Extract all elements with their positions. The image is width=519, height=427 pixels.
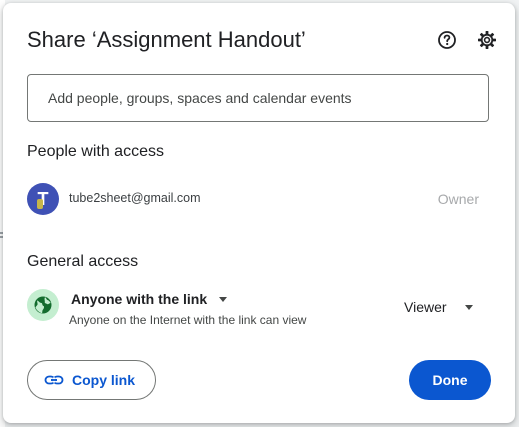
general-access-row: Anyone with the link Anyone on the Inter…	[27, 287, 491, 335]
help-button[interactable]	[435, 28, 459, 52]
settings-button[interactable]	[475, 28, 499, 52]
copy-link-label: Copy link	[72, 372, 136, 388]
add-people-input[interactable]	[27, 74, 489, 122]
dialog-title: Share ‘Assignment Handout’	[27, 27, 306, 52]
avatar-badge	[37, 199, 43, 209]
globe-icon	[27, 289, 59, 321]
copy-link-button[interactable]: Copy link	[27, 360, 156, 400]
people-with-access-heading: People with access	[27, 143, 164, 160]
role-label: Viewer	[404, 299, 447, 315]
general-access-dropdown[interactable]: Anyone with the link	[71, 287, 228, 311]
globe-icon-svg	[34, 296, 52, 314]
avatar: T	[27, 183, 59, 215]
caret-down-icon	[464, 304, 473, 310]
person-row: T tube2sheet@gmail.com Owner	[27, 183, 491, 215]
done-button[interactable]: Done	[409, 360, 491, 400]
general-access-description: Anyone on the Internet with the link can…	[69, 313, 307, 327]
general-access-heading: General access	[27, 253, 139, 270]
role-dropdown[interactable]: Viewer	[404, 295, 473, 319]
help-circle-icon	[438, 31, 456, 49]
link-icon	[44, 375, 64, 385]
general-access-label: Anyone with the link	[71, 291, 208, 307]
caret-down-icon	[219, 296, 228, 302]
person-role: Owner	[437, 191, 479, 207]
share-dialog: Share ‘Assignment Handout’ Peop	[3, 3, 515, 423]
person-email: tube2sheet@gmail.com	[69, 191, 201, 205]
gear-icon	[478, 31, 496, 49]
